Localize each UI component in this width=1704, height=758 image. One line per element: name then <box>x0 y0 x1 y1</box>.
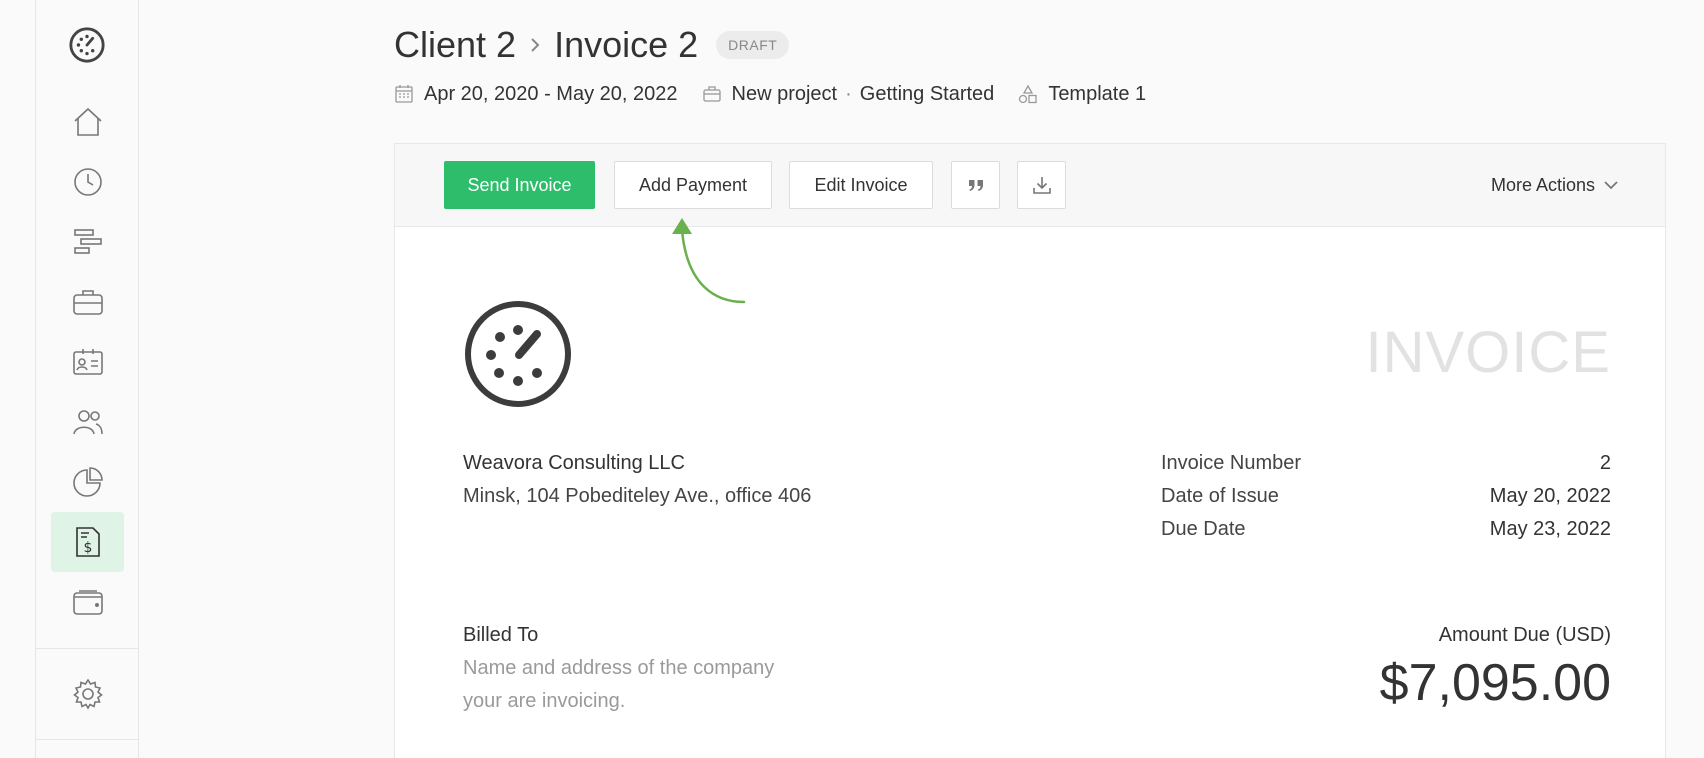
wallet-icon <box>72 590 103 615</box>
invoice-details: Invoice Number 2 Date of Issue May 20, 2… <box>1161 447 1611 546</box>
invoice-heading: INVOICE <box>1365 320 1611 385</box>
add-payment-button[interactable]: Add Payment <box>614 161 772 209</box>
meta-separator: · <box>845 82 852 105</box>
detail-value: May 20, 2022 <box>1489 485 1611 507</box>
send-invoice-button[interactable]: Send Invoice <box>444 161 595 209</box>
template-info[interactable]: Template 1 <box>1018 83 1146 106</box>
detail-value: May 23, 2022 <box>1489 518 1611 540</box>
sidebar-divider <box>36 648 138 649</box>
project-info: New project · Getting Started <box>702 82 995 106</box>
detail-row: Date of Issue May 20, 2022 <box>1161 480 1611 513</box>
more-actions-label: More Actions <box>1490 174 1595 195</box>
project-name: New project <box>731 82 838 105</box>
task-name: Getting Started <box>859 82 995 105</box>
billed-to: Billed To Name and address of the compan… <box>463 619 803 718</box>
sidebar-item-expenses[interactable] <box>51 572 124 632</box>
calendar-icon <box>395 85 413 103</box>
briefcase-icon <box>72 290 103 315</box>
quote-icon <box>968 180 983 191</box>
company-logo-icon <box>465 301 571 407</box>
shapes-icon <box>1019 84 1037 104</box>
detail-label: Invoice Number <box>1161 452 1302 474</box>
sidebar-item-team[interactable] <box>51 392 124 452</box>
company-info: Weavora Consulting LLC Minsk, 104 Pobedi… <box>463 447 811 513</box>
invoice-icon: $ <box>75 527 100 557</box>
contact-card-icon <box>72 349 103 375</box>
sidebar: $ <box>35 0 139 758</box>
company-name: Weavora Consulting LLC <box>463 452 685 474</box>
sidebar-item-home[interactable] <box>51 92 124 152</box>
sidebar-item-settings[interactable] <box>51 664 124 724</box>
invoice-card: Send Invoice Add Payment Edit Invoice Mo… <box>394 143 1666 758</box>
invoice-meta: Apr 20, 2020 - May 20, 2022 New project … <box>394 80 1146 108</box>
sidebar-item-invoices[interactable]: $ <box>51 512 124 572</box>
download-icon <box>1032 177 1051 194</box>
chevron-right-icon <box>528 36 542 54</box>
settings-icon <box>72 678 103 710</box>
sidebar-divider <box>36 739 138 740</box>
annotation-arrow-icon <box>672 218 746 304</box>
amount-due-label: Amount Due (USD) <box>1438 624 1611 646</box>
clock-icon <box>73 168 102 196</box>
date-range-text: Apr 20, 2020 - May 20, 2022 <box>424 82 678 105</box>
more-actions-dropdown[interactable]: More Actions <box>1491 161 1619 209</box>
sidebar-item-reports[interactable] <box>51 452 124 512</box>
invoice-toolbar: Send Invoice Add Payment Edit Invoice Mo… <box>395 144 1665 227</box>
date-range: Apr 20, 2020 - May 20, 2022 <box>394 83 678 106</box>
svg-text:$: $ <box>83 540 92 556</box>
briefcase-icon <box>702 86 721 102</box>
detail-label: Due Date <box>1161 518 1246 540</box>
detail-label: Date of Issue <box>1161 485 1279 507</box>
status-badge: DRAFT <box>716 31 790 59</box>
chevron-down-icon <box>1604 181 1618 190</box>
company-address: Minsk, 104 Pobediteley Ave., office 406 <box>463 485 812 507</box>
detail-row: Due Date May 23, 2022 <box>1161 513 1611 546</box>
quote-button[interactable] <box>951 161 1000 209</box>
edit-invoice-button[interactable]: Edit Invoice <box>789 161 933 209</box>
sidebar-item-projects[interactable] <box>51 272 124 332</box>
breadcrumb-client[interactable]: Client 2 <box>394 24 516 66</box>
amount-due-value: $7,095.00 <box>1379 654 1611 712</box>
sidebar-item-time[interactable] <box>51 152 124 212</box>
billed-to-label: Billed To <box>463 624 539 646</box>
detail-row: Invoice Number 2 <box>1161 447 1611 480</box>
page-title: Client 2 Invoice 2 DRAFT <box>394 22 790 68</box>
sidebar-item-schedule[interactable] <box>51 212 124 272</box>
download-button[interactable] <box>1017 161 1066 209</box>
pie-chart-icon <box>72 467 103 497</box>
detail-value: 2 <box>1599 452 1611 474</box>
users-icon <box>72 410 103 435</box>
home-icon <box>73 107 102 136</box>
timeline-icon <box>73 229 102 254</box>
template-name: Template 1 <box>1048 82 1147 105</box>
breadcrumb-invoice: Invoice 2 <box>554 24 699 65</box>
billed-to-placeholder[interactable]: Name and address of the company your are… <box>463 652 803 718</box>
amount-due: Amount Due (USD) $7,095.00 <box>1380 619 1611 714</box>
app-logo-icon[interactable] <box>68 26 106 64</box>
sidebar-item-clients[interactable] <box>51 332 124 392</box>
